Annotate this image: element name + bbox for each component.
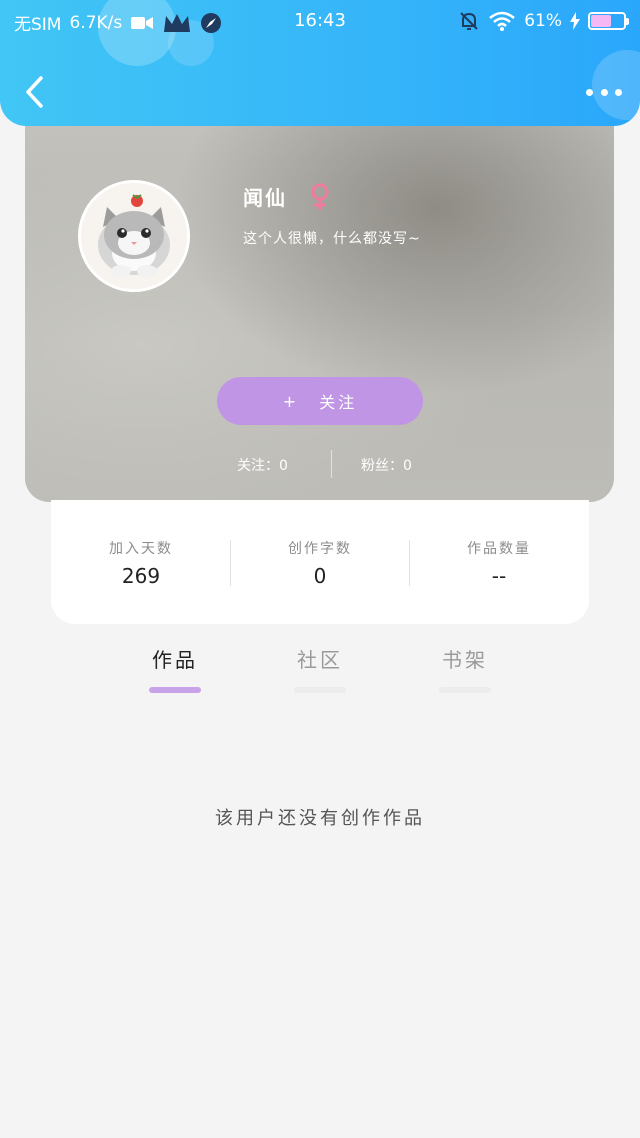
tab-label: 社区: [297, 648, 343, 672]
user-bio: 这个人很懒，什么都没写~: [243, 231, 421, 247]
stats-card: 加入天数 269 创作字数 0 作品数量 --: [51, 500, 589, 624]
cat-avatar-image: [81, 183, 187, 289]
tab-community[interactable]: 社区: [280, 644, 360, 693]
stat-value: 269: [121, 564, 161, 588]
empty-state-message: 该用户还没有创作作品: [215, 808, 425, 829]
more-dot: [600, 88, 608, 96]
decor-bubble: [592, 50, 640, 120]
female-icon: [311, 183, 329, 210]
user-name: 闻仙: [243, 186, 287, 210]
plus-icon: +: [282, 391, 300, 411]
stat-join-days: 加入天数 269: [51, 538, 231, 588]
battery-percent: 61%: [524, 11, 562, 31]
divider: [331, 450, 332, 478]
follow-button-label: 关注: [319, 393, 358, 412]
tab-bookshelf[interactable]: 书架: [425, 644, 505, 693]
tab-label: 作品: [152, 648, 198, 672]
mute-bell-icon: [460, 12, 478, 30]
wifi-icon: [489, 11, 516, 31]
avatar[interactable]: [78, 180, 190, 292]
more-options-button[interactable]: [586, 86, 622, 98]
stat-value: 0: [313, 564, 327, 588]
stat-works-count: 作品数量 --: [409, 538, 589, 588]
stat-label: 加入天数: [109, 541, 173, 557]
fans-count[interactable]: 粉丝：0: [361, 455, 412, 475]
stat-value: --: [491, 564, 507, 588]
following-count[interactable]: 关注：0: [237, 455, 288, 475]
stat-word-count: 创作字数 0: [230, 538, 410, 588]
stat-label: 创作字数: [288, 541, 352, 557]
status-bar: 无SIM 6.7K/s 16:43 61%: [0, 0, 640, 44]
battery-level: [591, 15, 611, 27]
follow-stats: 关注：0 粉丝：0: [25, 450, 614, 478]
follow-button[interactable]: + 关注: [217, 377, 423, 425]
battery-icon: [588, 12, 629, 30]
tab-indicator: [439, 687, 491, 693]
back-chevron-icon[interactable]: [22, 74, 48, 110]
tab-works[interactable]: 作品: [135, 644, 215, 693]
stat-label: 作品数量: [467, 541, 531, 557]
more-dot: [586, 88, 593, 96]
tab-indicator: [149, 687, 201, 693]
profile-card: 闻仙 这个人很懒，什么都没写~ + 关注 关注：0 粉丝：0: [25, 110, 614, 502]
content-tabs: 作品 社区 书架: [0, 644, 640, 704]
more-dot: [615, 88, 622, 96]
tab-indicator: [294, 687, 346, 693]
app-header: 无SIM 6.7K/s 16:43 61%: [0, 0, 640, 126]
tab-label: 书架: [442, 648, 488, 672]
charging-icon: [570, 12, 580, 30]
